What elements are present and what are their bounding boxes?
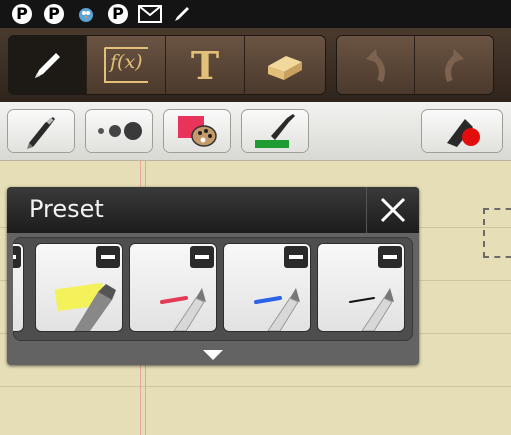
eraser-icon <box>267 56 302 80</box>
chevron-down-icon <box>203 350 223 360</box>
text-icon: T <box>190 42 220 88</box>
preset-header: Preset <box>7 187 419 233</box>
remove-preset-button[interactable] <box>378 246 402 268</box>
palette-icon <box>178 116 217 147</box>
bird-icon <box>74 3 98 25</box>
remove-preset-button[interactable] <box>96 246 120 268</box>
preset-card-red-pen[interactable] <box>130 244 216 331</box>
close-button[interactable] <box>366 187 419 233</box>
remove-preset-button[interactable] <box>13 246 21 268</box>
eraser-tool-button[interactable] <box>245 35 324 95</box>
pen-tool-button[interactable] <box>8 35 87 95</box>
pinterest-icon: P <box>42 3 66 25</box>
undo-button[interactable] <box>336 35 415 95</box>
selection-box[interactable] <box>483 208 511 258</box>
fill-pen-icon <box>447 119 480 147</box>
color-stroke-button[interactable] <box>242 110 308 152</box>
pen-size-button[interactable] <box>86 110 152 152</box>
preset-card-blue-pen[interactable] <box>224 244 310 331</box>
remove-preset-button[interactable] <box>190 246 214 268</box>
pen-icon <box>170 3 194 25</box>
fountain-pen-icon <box>27 117 55 149</box>
history-group <box>336 35 494 95</box>
pen-size-icon <box>98 122 142 140</box>
preset-card-highlighter[interactable] <box>36 244 122 331</box>
close-icon <box>380 197 406 223</box>
preset-card-black-pen[interactable] <box>318 244 404 331</box>
selection-tool-button[interactable] <box>422 110 502 152</box>
status-bar: P P P <box>0 0 511 28</box>
pen-settings-bar <box>0 102 511 161</box>
redo-icon <box>444 49 464 83</box>
main-toolbar: f(x) T <box>0 28 511 102</box>
gmail-icon <box>138 3 162 25</box>
pinterest-icon: P <box>10 3 34 25</box>
undo-icon <box>366 49 385 83</box>
redo-button[interactable] <box>415 35 494 95</box>
pen-color-button[interactable] <box>164 110 230 152</box>
formula-tool-button[interactable]: f(x) <box>87 35 166 95</box>
remove-preset-button[interactable] <box>284 246 308 268</box>
pen-type-button[interactable] <box>8 110 74 152</box>
preset-title: Preset <box>29 195 104 223</box>
expand-panel-button[interactable] <box>203 347 223 366</box>
formula-label: f(x) <box>110 51 143 73</box>
pen-color-stroke-icon <box>255 114 295 148</box>
formula-icon: f(x) <box>104 47 148 83</box>
preset-card-partial[interactable] <box>13 244 23 331</box>
preset-panel: Preset <box>7 187 419 365</box>
pen-icon <box>35 53 60 78</box>
text-tool-button[interactable]: T <box>166 35 245 95</box>
pinterest-icon: P <box>106 3 130 25</box>
tool-group: f(x) T <box>8 35 326 95</box>
rule-line <box>0 386 511 387</box>
preset-tray[interactable] <box>13 237 413 341</box>
